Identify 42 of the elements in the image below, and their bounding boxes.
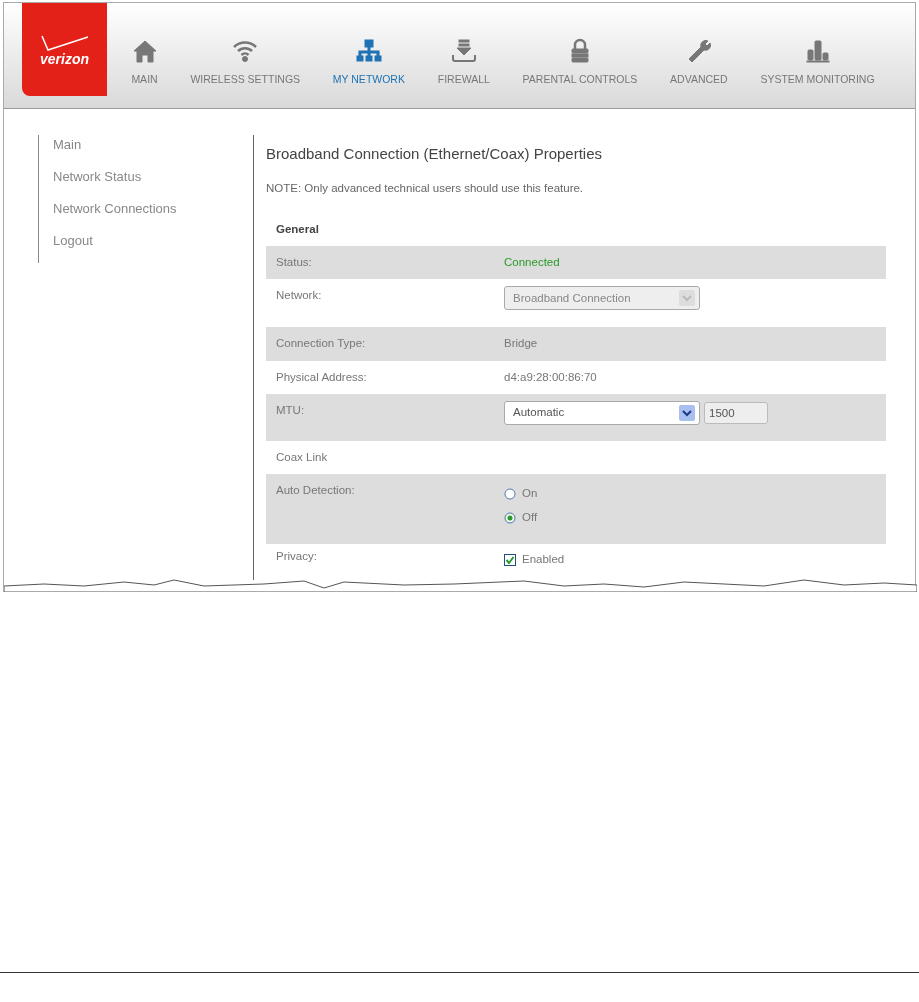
home-icon xyxy=(131,38,158,65)
field-label: Connection Type: xyxy=(276,336,367,352)
logo-text: verizon xyxy=(40,51,89,66)
status-value: Connected xyxy=(504,255,560,270)
nav-tab[interactable]: MY NETWORK xyxy=(326,3,411,108)
nav-tab[interactable]: FIREWALL xyxy=(431,3,496,108)
radio-option[interactable]: On xyxy=(504,482,538,506)
nav-tab[interactable]: MAIN xyxy=(125,3,164,108)
note-text: NOTE: Only advanced technical users should use this feature. xyxy=(266,180,585,196)
text-field[interactable]: 1500 xyxy=(704,401,768,424)
field-label: Privacy: xyxy=(276,549,318,564)
sidebar-link[interactable]: Main xyxy=(53,135,253,167)
dropdown[interactable]: Automatic xyxy=(504,400,700,425)
field-value: d4:a9:28:00:86:70 xyxy=(504,369,597,385)
field-label: Auto Detection: xyxy=(276,483,356,498)
sidebar-link[interactable]: Network Status xyxy=(53,167,253,199)
radio-icon[interactable] xyxy=(504,512,516,524)
field-label: Coax Link xyxy=(276,449,329,465)
nav-tab[interactable]: ADVANCED xyxy=(664,3,734,108)
field-label: General xyxy=(276,221,320,237)
check-swoosh-icon xyxy=(39,33,90,52)
nav-tab[interactable]: WIRELESS SETTINGS xyxy=(184,3,307,108)
radio-icon[interactable] xyxy=(504,488,516,500)
wifi-icon xyxy=(232,38,259,65)
download-tray-icon xyxy=(450,38,477,65)
network-icon xyxy=(355,38,382,65)
field-label: MTU: xyxy=(276,402,306,418)
caret-icon xyxy=(679,290,695,307)
nav-tab[interactable]: PARENTAL CONTROLS xyxy=(516,3,644,108)
bar-chart-icon xyxy=(804,38,831,65)
checkbox-icon[interactable] xyxy=(504,554,516,566)
field-label: Status: xyxy=(276,255,313,270)
field-label: Network: xyxy=(276,288,323,304)
nav-tab[interactable]: SYSTEM MONITORING xyxy=(754,3,881,108)
caret-icon xyxy=(679,404,695,421)
page-title: Broadband Connection (Ethernet/Coax) Properties xyxy=(266,144,604,164)
sidebar-link[interactable]: Network Connections xyxy=(53,199,253,231)
sidebar-link[interactable]: Logout xyxy=(53,231,253,263)
radio-option[interactable]: Off xyxy=(504,506,538,530)
checkbox-option[interactable]: Enabled xyxy=(504,548,565,572)
field-value: Bridge xyxy=(504,336,538,352)
field-label: Physical Address: xyxy=(276,369,368,385)
